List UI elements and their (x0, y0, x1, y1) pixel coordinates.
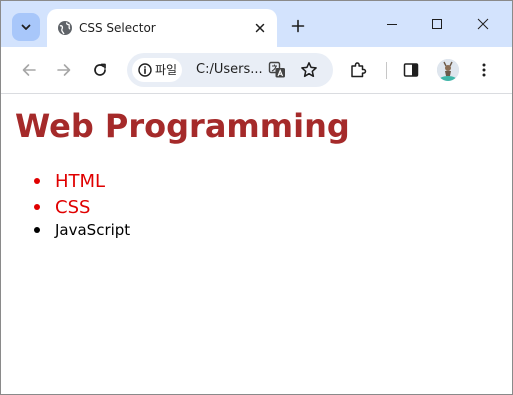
tab-title: CSS Selector (79, 21, 156, 35)
window-close-icon (477, 18, 489, 30)
toolbar-divider (386, 62, 387, 79)
forward-button[interactable] (54, 60, 74, 80)
url-text[interactable]: C:/Users... (196, 61, 263, 79)
profile-avatar[interactable] (437, 59, 459, 81)
globe-icon (58, 21, 72, 35)
forward-arrow-icon (57, 64, 71, 76)
star-icon[interactable] (300, 61, 318, 79)
new-tab-button[interactable] (289, 17, 307, 35)
page-content: Web Programming HTML CSS JavaScript (1, 94, 512, 394)
chevron-down-icon (21, 24, 31, 30)
minimize-icon (387, 24, 397, 25)
more-vert-icon (482, 63, 486, 77)
site-info-chip[interactable]: 파일 (132, 58, 182, 82)
bullet-icon (34, 227, 40, 233)
translate-icon[interactable] (268, 61, 286, 79)
tab-css-selector[interactable]: CSS Selector (47, 9, 277, 47)
list-item-css: CSS (1, 196, 201, 220)
list-item-label: HTML (55, 171, 106, 192)
extensions-button[interactable] (348, 60, 368, 80)
list-item-javascript: JavaScript (1, 220, 201, 244)
maximize-icon (432, 19, 442, 29)
reload-icon (94, 63, 106, 76)
address-bar[interactable]: 파일 C:/Users... (127, 53, 333, 87)
bullet-icon (34, 204, 40, 210)
side-panel-icon (403, 63, 419, 77)
back-arrow-icon (22, 64, 36, 76)
minimize-button[interactable] (381, 13, 403, 35)
window-close-button[interactable] (472, 13, 494, 35)
browser-window: CSS Selector 파일 C:/Users... Web Programm… (0, 0, 513, 395)
plus-icon (291, 19, 305, 33)
reload-button[interactable] (90, 60, 110, 80)
tab-search-button[interactable] (12, 13, 40, 41)
tab-close-button[interactable] (251, 19, 269, 37)
close-icon (255, 23, 265, 33)
site-info-label: 파일 (155, 63, 178, 77)
list-item-label: CSS (55, 197, 91, 218)
page-heading: Web Programming (15, 107, 350, 145)
tab-strip: CSS Selector (1, 1, 512, 47)
toolbar: 파일 C:/Users... (1, 47, 512, 94)
maximize-button[interactable] (426, 13, 448, 35)
info-icon (138, 63, 152, 77)
bullet-icon (34, 178, 40, 184)
avatar-image (437, 59, 459, 81)
list-item-html: HTML (1, 170, 201, 194)
back-button[interactable] (19, 60, 39, 80)
list-item-label: JavaScript (55, 221, 131, 239)
puzzle-icon (351, 62, 367, 78)
side-panel-button[interactable] (401, 60, 421, 80)
menu-button[interactable] (474, 60, 494, 80)
